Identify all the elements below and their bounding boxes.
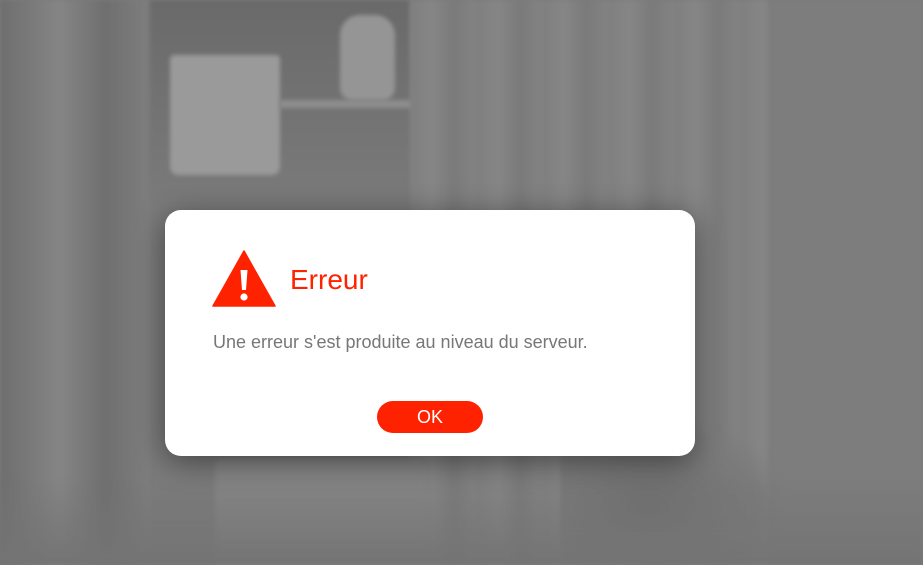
background-floor <box>0 480 923 565</box>
background-lamp <box>170 55 280 175</box>
dialog-message: Une erreur s'est produite au niveau du s… <box>213 332 588 352</box>
background-shelf <box>280 100 430 108</box>
error-dialog: Erreur Une erreur s'est produite au nive… <box>165 210 695 456</box>
dialog-header: Erreur <box>212 250 368 307</box>
dialog-title: Erreur <box>290 263 368 295</box>
background-vase <box>340 15 395 100</box>
warning-icon <box>212 250 276 307</box>
ok-button[interactable]: OK <box>377 401 483 433</box>
